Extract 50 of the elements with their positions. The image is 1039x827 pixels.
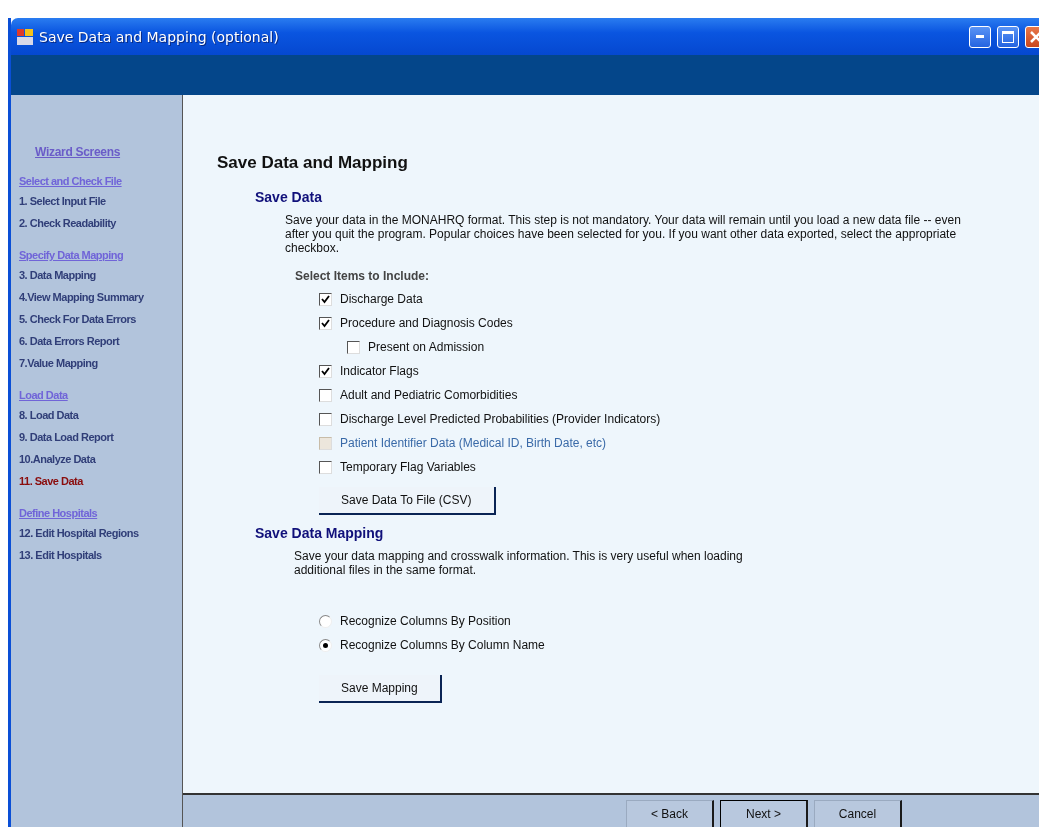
wizard-step[interactable]: 4.View Mapping Summary	[19, 291, 144, 303]
checkbox[interactable]	[319, 364, 332, 378]
page-title: Save Data and Mapping	[217, 153, 408, 173]
radio-option[interactable]: Recognize Columns By Position	[319, 609, 511, 633]
maximize-icon	[1002, 30, 1014, 43]
section-heading: Save Data Mapping	[255, 525, 384, 541]
sidebar-title: Wizard Screens	[35, 145, 122, 159]
checkbox[interactable]	[347, 340, 360, 354]
app-icon	[17, 28, 33, 45]
wizard-step[interactable]: 7.Value Mapping	[19, 357, 98, 369]
wizard-step[interactable]: 10.Analyze Data	[19, 453, 96, 465]
checkbox[interactable]	[319, 388, 332, 402]
checkbox-option[interactable]: Discharge Data	[319, 287, 423, 311]
description-text: Save your data mapping and crosswalk information. This is very useful when loading additional files in the same format.	[294, 549, 744, 577]
checkbox-option[interactable]: Procedure and Diagnosis Codes	[319, 311, 513, 335]
description-text: Save your data in the MONAHRQ format. This step is not mandatory. Your data will remain until you load a new data file -- even after you quit the program. Popular choices have been selected for you. If you want other data exported, select the appropriate checkbox.	[285, 213, 962, 255]
checkbox-option[interactable]: Adult and Pediatric Comorbidities	[319, 383, 518, 407]
checkbox-option[interactable]: Temporary Flag Variables	[319, 455, 476, 479]
checkbox[interactable]	[319, 412, 332, 426]
radio-button[interactable]	[319, 614, 332, 628]
minimize-button[interactable]	[969, 25, 991, 48]
section-heading: Save Data	[255, 189, 322, 205]
wizard-step[interactable]: 1. Select Input File	[19, 195, 106, 207]
wizard-step[interactable]: 3. Data Mapping	[19, 269, 96, 281]
wizard-step[interactable]: 13. Edit Hospitals	[19, 549, 102, 561]
checkbox-option[interactable]: Discharge Level Predicted Probabilities (Provider Indicators)	[319, 407, 661, 431]
wizard-step[interactable]: 9. Data Load Report	[19, 431, 114, 443]
close-icon	[1030, 30, 1039, 43]
window-title: Save Data and Mapping (optional)	[39, 28, 280, 45]
wizard-step[interactable]: 8. Load Data	[19, 409, 79, 421]
wizard-nav-button[interactable]: Cancel	[814, 800, 902, 827]
checkbox-option[interactable]: Indicator Flags	[319, 359, 419, 383]
radio-option[interactable]: Recognize Columns By Column Name	[319, 633, 545, 657]
wizard-step[interactable]: 2. Check Readability	[19, 217, 116, 229]
checkbox[interactable]	[319, 292, 332, 306]
minimize-icon	[976, 35, 984, 38]
checkbox[interactable]	[319, 460, 332, 474]
wizard-step[interactable]: 11. Save Data	[19, 475, 83, 487]
wizard-step[interactable]: 12. Edit Hospital Regions	[19, 527, 139, 539]
wizard-step[interactable]: 5. Check For Data Errors	[19, 313, 136, 325]
wizard-nav-button[interactable]: < Back	[626, 800, 714, 827]
wizard-nav-button[interactable]: Next >	[720, 800, 808, 827]
save-csv-button[interactable]: Save Data To File (CSV)	[319, 487, 496, 515]
maximize-button[interactable]	[997, 25, 1019, 48]
save-mapping-button[interactable]: Save Mapping	[319, 675, 442, 703]
checkbox[interactable]	[319, 316, 332, 330]
select-label: Select Items to Include:	[295, 269, 430, 283]
radio-button[interactable]	[319, 638, 332, 652]
wizard-step[interactable]: 6. Data Errors Report	[19, 335, 120, 347]
checkbox-option[interactable]: Present on Admission	[347, 335, 485, 359]
